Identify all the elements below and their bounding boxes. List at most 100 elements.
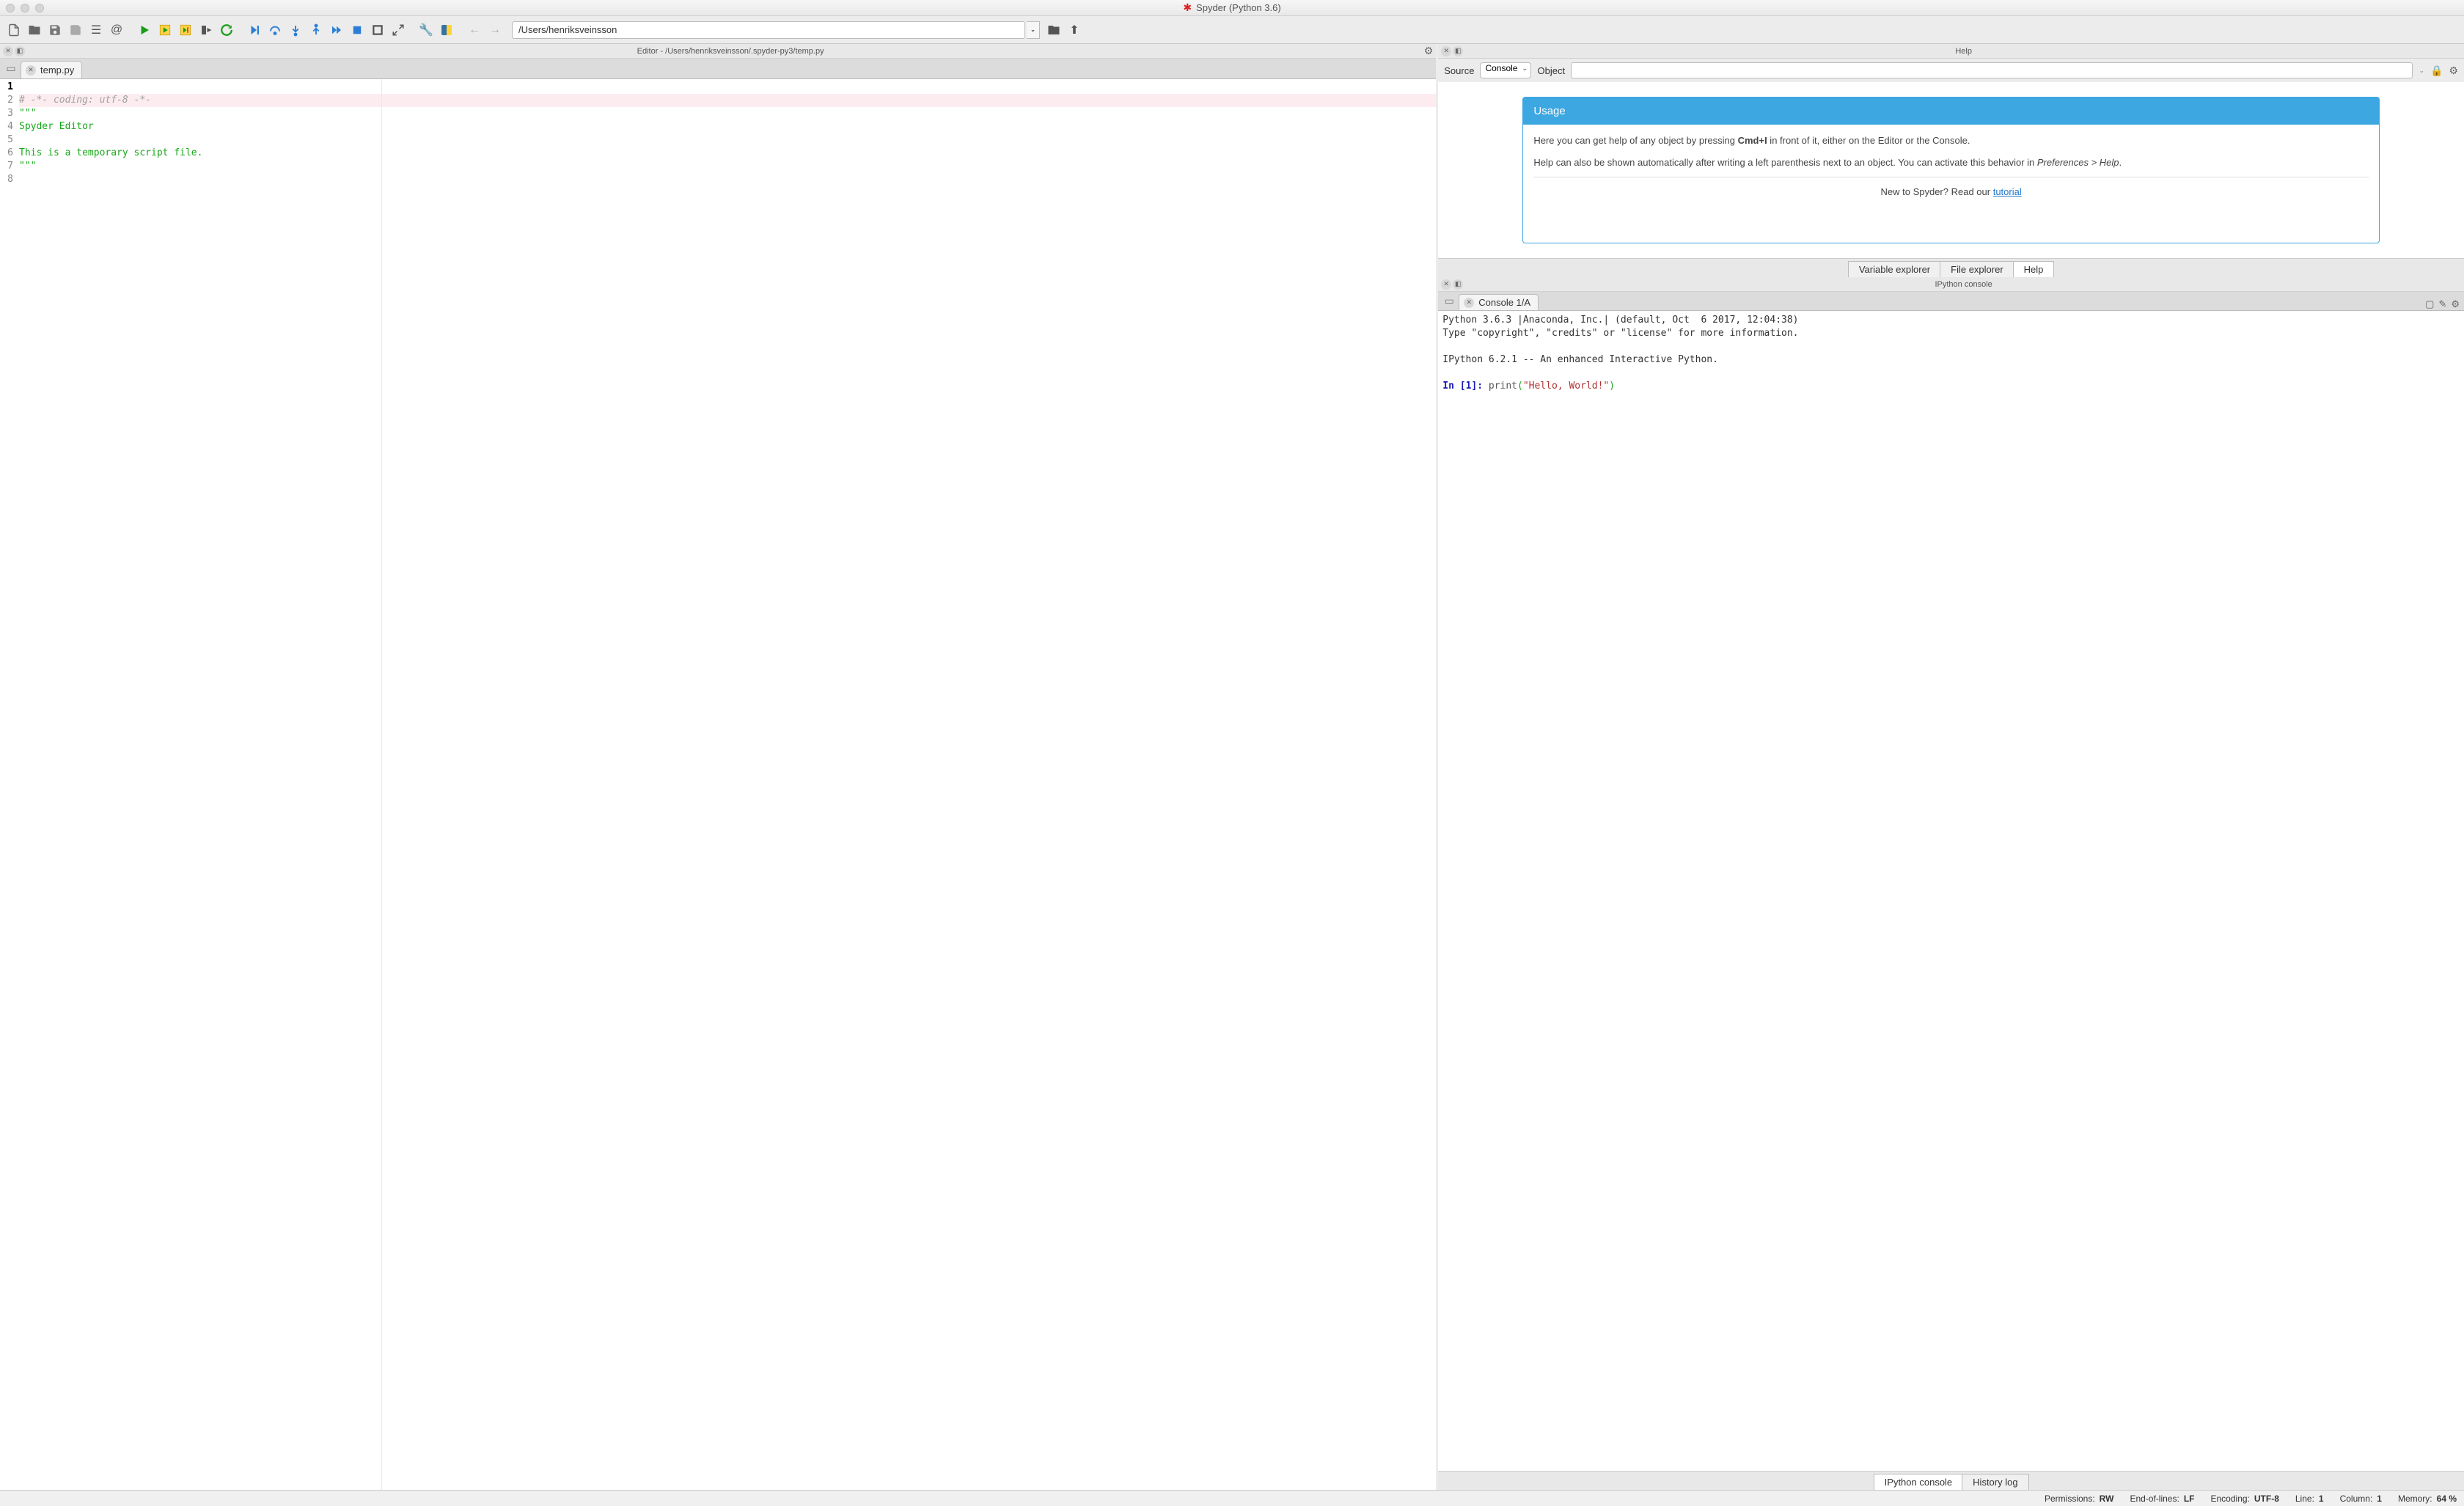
editor-ruler: [381, 79, 382, 1490]
close-window-button[interactable]: [6, 4, 15, 12]
help-object-input[interactable]: [1571, 62, 2413, 78]
stop-debug-button[interactable]: [348, 21, 367, 40]
close-tab-icon[interactable]: ✕: [26, 65, 36, 76]
editor-pane-header: ✕ ◧ Editor - /Users/henriksveinsson/.spy…: [0, 44, 1436, 59]
list-outline-button[interactable]: ☰: [87, 21, 106, 40]
console-output[interactable]: Python 3.6.3 |Anaconda, Inc.| (default, …: [1438, 311, 2464, 1471]
spyder-logo-icon: ✱: [1183, 1, 1192, 14]
help-object-label: Object: [1537, 65, 1565, 76]
help-source-select[interactable]: Console: [1480, 62, 1531, 78]
open-file-button[interactable]: [25, 21, 44, 40]
run-cell-button[interactable]: [155, 21, 175, 40]
code-line: """: [19, 108, 36, 119]
working-directory-input[interactable]: [512, 21, 1025, 39]
help-options-icon[interactable]: ⚙: [2449, 65, 2458, 77]
save-all-button[interactable]: [66, 21, 85, 40]
forward-button[interactable]: →: [485, 21, 505, 40]
step-out-button[interactable]: [307, 21, 326, 40]
run-button[interactable]: [135, 21, 154, 40]
interrupt-kernel-icon[interactable]: ✎: [2438, 298, 2446, 310]
usage-body: Here you can get help of any object by p…: [1523, 125, 2379, 208]
console-pane-header: ✕ ◧ IPython console: [1438, 277, 2464, 292]
window-titlebar: ✱ Spyder (Python 3.6): [0, 0, 2464, 16]
tab-history-log[interactable]: History log: [1962, 1474, 2028, 1490]
editor-options-icon[interactable]: ⚙: [1424, 45, 1434, 57]
code-line: This is a temporary script file.: [19, 147, 202, 158]
python-path-button[interactable]: [437, 21, 456, 40]
editor-tabbar: ▭ ✕ temp.py: [0, 59, 1436, 79]
line-number-gutter: 1 2 3 4 5 6 7 8: [0, 79, 16, 1490]
main-toolbar: ☰ @ 🔧 ← → ⌄ ⬆: [0, 16, 2464, 44]
code-line: """: [19, 161, 36, 172]
tab-help[interactable]: Help: [2013, 261, 2055, 277]
traffic-lights: [6, 4, 44, 12]
step-over-button[interactable]: [265, 21, 285, 40]
main-area: ✕ ◧ Editor - /Users/henriksveinsson/.spy…: [0, 44, 2464, 1490]
window-title: ✱ Spyder (Python 3.6): [1183, 1, 1280, 14]
cwd-dropdown-button[interactable]: ⌄: [1027, 21, 1040, 39]
save-file-button[interactable]: [45, 21, 65, 40]
preferences-button[interactable]: 🔧: [417, 21, 436, 40]
continue-button[interactable]: [327, 21, 346, 40]
status-permissions: Permissions:RW: [2045, 1494, 2113, 1504]
console-pane-title: IPython console: [1463, 280, 2464, 289]
editor-tab-label: temp.py: [40, 65, 74, 76]
rerun-button[interactable]: [217, 21, 236, 40]
console-tab-1a[interactable]: ✕ Console 1/A: [1459, 294, 1539, 310]
at-button[interactable]: @: [107, 21, 126, 40]
console-tab-label: Console 1/A: [1478, 297, 1530, 308]
editor-tab-temp[interactable]: ✕ temp.py: [21, 61, 82, 78]
back-button[interactable]: ←: [465, 21, 484, 40]
maximize-pane-button[interactable]: [389, 21, 408, 40]
tab-file-explorer[interactable]: File explorer: [1940, 261, 2014, 277]
tutorial-link[interactable]: tutorial: [1993, 186, 2022, 197]
tab-variable-explorer[interactable]: Variable explorer: [1848, 261, 1941, 277]
window-title-text: Spyder (Python 3.6): [1196, 2, 1281, 13]
console-tab-close-icon[interactable]: ✕: [1464, 298, 1474, 308]
step-into-button[interactable]: [286, 21, 305, 40]
zoom-window-button[interactable]: [35, 4, 44, 12]
lock-icon[interactable]: 🔒: [2430, 65, 2443, 77]
status-memory: Memory:64 %: [2398, 1494, 2457, 1504]
help-pane-header: ✕ ◧ Help: [1438, 44, 2464, 59]
console-browse-tabs-icon[interactable]: ▭: [1441, 293, 1457, 309]
status-bar: Permissions:RW End-of-lines:LF Encoding:…: [0, 1490, 2464, 1506]
console-options-icon[interactable]: ⚙: [2451, 298, 2460, 310]
tab-ipython-console[interactable]: IPython console: [1874, 1474, 1964, 1490]
help-undock-icon[interactable]: ◧: [1453, 46, 1463, 56]
status-encoding: Encoding:UTF-8: [2211, 1494, 2279, 1504]
editor-pane: ✕ ◧ Editor - /Users/henriksveinsson/.spy…: [0, 44, 1438, 1490]
browse-cwd-button[interactable]: [1044, 21, 1063, 40]
editor-body[interactable]: 1 2 3 4 5 6 7 8 # -*- coding: utf-8 -*- "…: [0, 79, 1436, 1490]
console-tabbar: ▭ ✕ Console 1/A ▢ ✎ ⚙: [1438, 292, 2464, 311]
console-bottom-tabs: IPython console History log: [1438, 1471, 2464, 1490]
debug-button[interactable]: [245, 21, 264, 40]
debug-config-button[interactable]: [368, 21, 387, 40]
console-undock-icon[interactable]: ◧: [1453, 279, 1463, 290]
help-content: Usage Here you can get help of any objec…: [1438, 82, 2464, 258]
stop-kernel-icon[interactable]: ▢: [2425, 298, 2434, 310]
new-file-button[interactable]: [4, 21, 23, 40]
minimize-window-button[interactable]: [21, 4, 29, 12]
editor-close-icon[interactable]: ✕: [3, 46, 13, 56]
help-pane-title: Help: [1463, 47, 2464, 56]
code-line: # -*- coding: utf-8 -*-: [19, 95, 151, 106]
code-text-area[interactable]: # -*- coding: utf-8 -*- """ Spyder Editor…: [16, 79, 1436, 1490]
help-close-icon[interactable]: ✕: [1441, 46, 1451, 56]
status-line: Line:1: [2295, 1494, 2324, 1504]
help-toolbar: Source Console Object ⌄ 🔒 ⚙: [1438, 59, 2464, 82]
console-close-icon[interactable]: ✕: [1441, 279, 1451, 290]
editor-pane-title: Editor - /Users/henriksveinsson/.spyder-…: [25, 47, 1436, 56]
browse-tabs-icon[interactable]: ▭: [3, 61, 19, 77]
help-source-label: Source: [1444, 65, 1474, 76]
run-selection-button[interactable]: [197, 21, 216, 40]
code-line: Spyder Editor: [19, 121, 94, 132]
parent-dir-button[interactable]: ⬆: [1065, 21, 1084, 40]
right-pane: ✕ ◧ Help Source Console Object ⌄ 🔒 ⚙ Usa…: [1438, 44, 2464, 1490]
usage-title: Usage: [1523, 98, 2379, 125]
status-eol: End-of-lines:LF: [2130, 1494, 2194, 1504]
editor-undock-icon[interactable]: ◧: [15, 46, 25, 56]
run-cell-advance-button[interactable]: [176, 21, 195, 40]
status-column: Column:1: [2340, 1494, 2382, 1504]
console-pane: ✕ ◧ IPython console ▭ ✕ Console 1/A ▢ ✎ …: [1438, 277, 2464, 1490]
